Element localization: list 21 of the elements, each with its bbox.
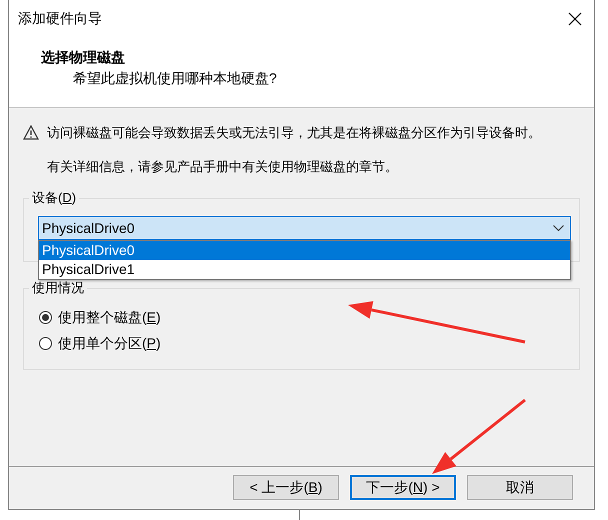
info-text: 有关详细信息，请参见产品手册中有关使用物理磁盘的章节。 — [46, 158, 399, 176]
device-label: 设备(D) — [29, 189, 80, 207]
page-heading: 选择物理磁盘 — [41, 48, 126, 67]
warning-text: 访问裸磁盘可能会导致数据丢失或无法引导，尤其是在将裸磁盘分区作为引导设备时。 — [47, 124, 542, 142]
device-dropdown[interactable]: PhysicalDrive0 — [38, 216, 571, 240]
dropdown-option[interactable]: PhysicalDrive1 — [39, 260, 570, 279]
warning-icon — [23, 125, 39, 140]
radio-button[interactable] — [39, 310, 52, 324]
radio-label[interactable]: 使用单个分区(P) — [58, 333, 161, 353]
close-icon[interactable] — [568, 12, 582, 26]
wizard-button[interactable]: < 上一步(B) — [233, 475, 339, 500]
page-subtitle: 希望此虚拟机使用哪种本地硬盘? — [72, 69, 278, 88]
dropdown-value: PhysicalDrive0 — [42, 220, 135, 236]
wizard-button[interactable]: 下一步(N) > — [350, 475, 456, 500]
usage-label: 使用情况 — [29, 279, 87, 297]
dropdown-option[interactable]: PhysicalDrive0 — [39, 241, 570, 260]
window-title: 添加硬件向导 — [18, 10, 102, 28]
wizard-button[interactable]: 取消 — [467, 475, 573, 500]
radio-label[interactable]: 使用整个磁盘(E) — [58, 307, 161, 327]
chevron-down-icon — [553, 224, 564, 232]
radio-button[interactable] — [39, 336, 52, 350]
